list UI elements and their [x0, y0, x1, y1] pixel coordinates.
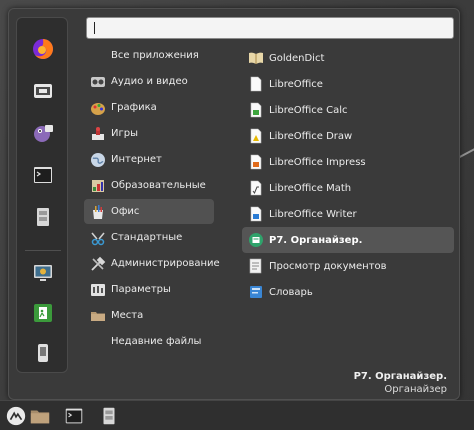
- application-description: P7. Органайзер. Органайзер: [354, 371, 447, 395]
- app-label: Словарь: [269, 286, 313, 298]
- education-icon: [92, 179, 104, 192]
- app-label: Просмотр документов: [269, 260, 387, 272]
- pidgin-icon[interactable]: [24, 116, 62, 150]
- category-label: Интернет: [111, 154, 162, 165]
- category-label: Параметры: [111, 284, 171, 295]
- lock-screen-icon[interactable]: [24, 256, 62, 290]
- app-label: GoldenDict: [269, 52, 325, 64]
- app-document-viewer[interactable]: Просмотр документов: [242, 253, 454, 279]
- category-label: Места: [111, 310, 144, 321]
- software-manager-icon[interactable]: [24, 74, 62, 108]
- libreoffice-writer-icon: [250, 206, 262, 222]
- multimedia-icon: [91, 76, 105, 87]
- app-libreoffice-writer[interactable]: LibreOffice Writer: [242, 201, 454, 227]
- favorites-sidebar: [16, 17, 68, 373]
- category-label: Администрирование: [111, 258, 220, 269]
- terminal-icon[interactable]: [60, 403, 88, 429]
- libreoffice-impress-icon: [250, 154, 262, 170]
- app-libreoffice-draw[interactable]: LibreOffice Draw: [242, 123, 454, 149]
- firefox-icon[interactable]: [24, 32, 62, 66]
- category-label: Стандартные: [111, 232, 183, 243]
- application-menu: Все приложения Аудио и видео Графика Игр…: [8, 8, 460, 400]
- favorites-separator: [25, 250, 61, 251]
- category-office[interactable]: Офис: [84, 199, 214, 224]
- file-cabinet-icon[interactable]: [95, 403, 123, 429]
- app-p7-organizer[interactable]: P7. Органайзер.: [242, 227, 454, 253]
- description-title: P7. Органайзер.: [353, 371, 447, 382]
- description-subtitle: Органайзер: [384, 384, 447, 395]
- category-label: Графика: [111, 102, 157, 113]
- search-input[interactable]: [87, 18, 453, 38]
- category-recent-files[interactable]: Недавние файлы: [84, 329, 214, 354]
- shutdown-icon[interactable]: [24, 336, 62, 370]
- category-label: Игры: [111, 128, 138, 139]
- office-icon: [93, 204, 103, 219]
- app-label: LibreOffice Impress: [269, 156, 366, 168]
- category-accessories[interactable]: Стандартные: [84, 225, 214, 250]
- places-folder-icon: [91, 311, 105, 321]
- app-libreoffice-impress[interactable]: LibreOffice Impress: [242, 149, 454, 175]
- libreoffice-icon: [250, 76, 262, 92]
- category-label: Офис: [111, 206, 140, 217]
- graphics-icon: [91, 102, 105, 115]
- administration-icon: [91, 256, 106, 271]
- preferences-icon: [91, 283, 105, 296]
- category-all-applications[interactable]: Все приложения: [84, 43, 214, 68]
- internet-icon: [91, 152, 105, 167]
- libreoffice-math-icon: [250, 180, 262, 196]
- games-icon: [92, 126, 104, 140]
- category-games[interactable]: Игры: [84, 121, 214, 146]
- search-field[interactable]: [86, 17, 454, 39]
- app-dictionary[interactable]: Словарь: [242, 279, 454, 305]
- app-label: LibreOffice Draw: [269, 130, 353, 142]
- category-audio-video[interactable]: Аудио и видео: [84, 69, 214, 94]
- app-libreoffice-math[interactable]: LibreOffice Math: [242, 175, 454, 201]
- goldendict-icon: [249, 52, 263, 64]
- app-label: LibreOffice Math: [269, 182, 352, 194]
- app-label: P7. Органайзер.: [269, 234, 363, 246]
- app-goldendict[interactable]: GoldenDict: [242, 45, 454, 71]
- logout-icon[interactable]: [24, 296, 62, 330]
- terminal-icon[interactable]: [24, 158, 62, 192]
- category-internet[interactable]: Интернет: [84, 147, 214, 172]
- app-libreoffice[interactable]: LibreOffice: [242, 71, 454, 97]
- bottom-panel: [0, 400, 474, 430]
- libreoffice-draw-icon: [250, 128, 262, 144]
- accessories-icon: [91, 231, 105, 245]
- libreoffice-calc-icon: [250, 102, 262, 118]
- category-administration[interactable]: Администрирование: [84, 251, 220, 276]
- category-graphics[interactable]: Графика: [84, 95, 214, 120]
- dictionary-icon: [250, 286, 262, 298]
- category-label: Недавние файлы: [111, 336, 202, 347]
- category-label: Образовательные: [111, 180, 206, 191]
- app-label: LibreOffice Calc: [269, 104, 348, 116]
- app-label: LibreOffice: [269, 78, 323, 90]
- category-places[interactable]: Места: [84, 303, 214, 328]
- category-preferences[interactable]: Параметры: [84, 277, 214, 302]
- document-viewer-icon: [249, 258, 262, 274]
- app-libreoffice-calc[interactable]: LibreOffice Calc: [242, 97, 454, 123]
- category-label: Аудио и видео: [111, 76, 188, 87]
- home-folder-icon[interactable]: [26, 403, 54, 429]
- text-cursor: [94, 22, 95, 34]
- p7-organizer-icon: [249, 233, 263, 247]
- category-education[interactable]: Образовательные: [84, 173, 214, 198]
- app-label: LibreOffice Writer: [269, 208, 357, 220]
- category-label: Все приложения: [111, 50, 199, 61]
- file-manager-icon[interactable]: [24, 200, 62, 234]
